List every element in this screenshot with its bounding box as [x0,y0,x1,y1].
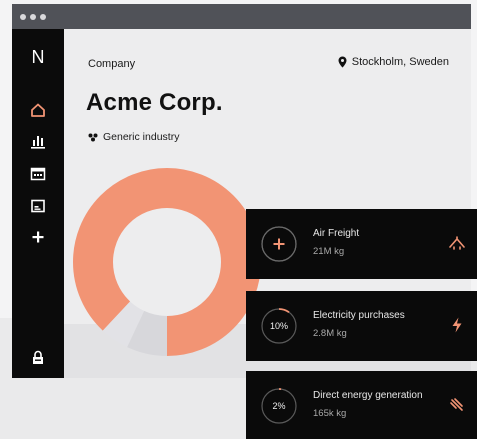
card-value: 21M kg [313,246,345,257]
sidebar-item-charts[interactable] [23,128,53,156]
home-icon [31,103,45,117]
card-title: Direct energy generation [313,390,423,401]
industry: Generic industry [88,131,179,143]
emission-card-air-freight[interactable]: Air Freight 21M kg [246,209,477,279]
logo-text: N [32,48,45,66]
logo-icon: N [32,48,45,66]
lightning-icon [452,317,462,333]
plus-icon [32,231,44,243]
card-value: 2.8M kg [313,328,347,339]
sidebar-item-home[interactable] [23,96,53,124]
card-value: 165k kg [313,408,347,419]
sidebar-item-add[interactable] [23,223,53,251]
sidebar-item-documents[interactable] [23,192,53,220]
card-ring-percent: 2% [272,401,286,411]
location: Stockholm, Sweden [338,56,449,68]
plus-icon [273,238,285,250]
window-minimize-dot[interactable] [30,14,36,20]
window-titlebar [12,4,471,29]
emission-card-electricity[interactable]: 10% Electricity purchases 2.8M kg [246,291,477,361]
donut-slice-0 [73,168,261,356]
lock-icon [33,350,43,364]
map-pin-icon [338,56,347,68]
industry-icon [88,133,98,141]
card-category-icon [447,233,467,253]
sidebar: N [12,29,64,378]
industry-text: Generic industry [103,131,180,143]
sidebar-item-calendar[interactable] [23,160,53,188]
card-title: Air Freight [313,228,360,239]
company-name: Acme Corp. [86,89,223,116]
logo[interactable]: N [23,43,53,71]
airplane-icon [449,236,465,250]
window-close-dot[interactable] [20,14,26,20]
company-label: Company [88,58,136,70]
document-icon [31,199,45,213]
card-title: Electricity purchases [313,310,405,321]
emission-card-energy-generation[interactable]: 2% Direct energy generation 165k kg [246,371,477,439]
card-ring-percent: 10% [269,321,288,331]
emissions-donut-chart [73,168,261,356]
window-maximize-dot[interactable] [40,14,46,20]
card-category-icon [447,395,467,415]
energy-icon [450,398,463,411]
sidebar-item-lock[interactable] [23,343,53,371]
location-text: Stockholm, Sweden [351,56,449,68]
calendar-icon [30,167,46,181]
card-category-icon [447,315,467,335]
card-ring-content [260,225,298,263]
bar-chart-icon [31,136,45,149]
screenshot-stage: N Company Stockholm, Sweden Acme Corp. G… [0,0,477,439]
